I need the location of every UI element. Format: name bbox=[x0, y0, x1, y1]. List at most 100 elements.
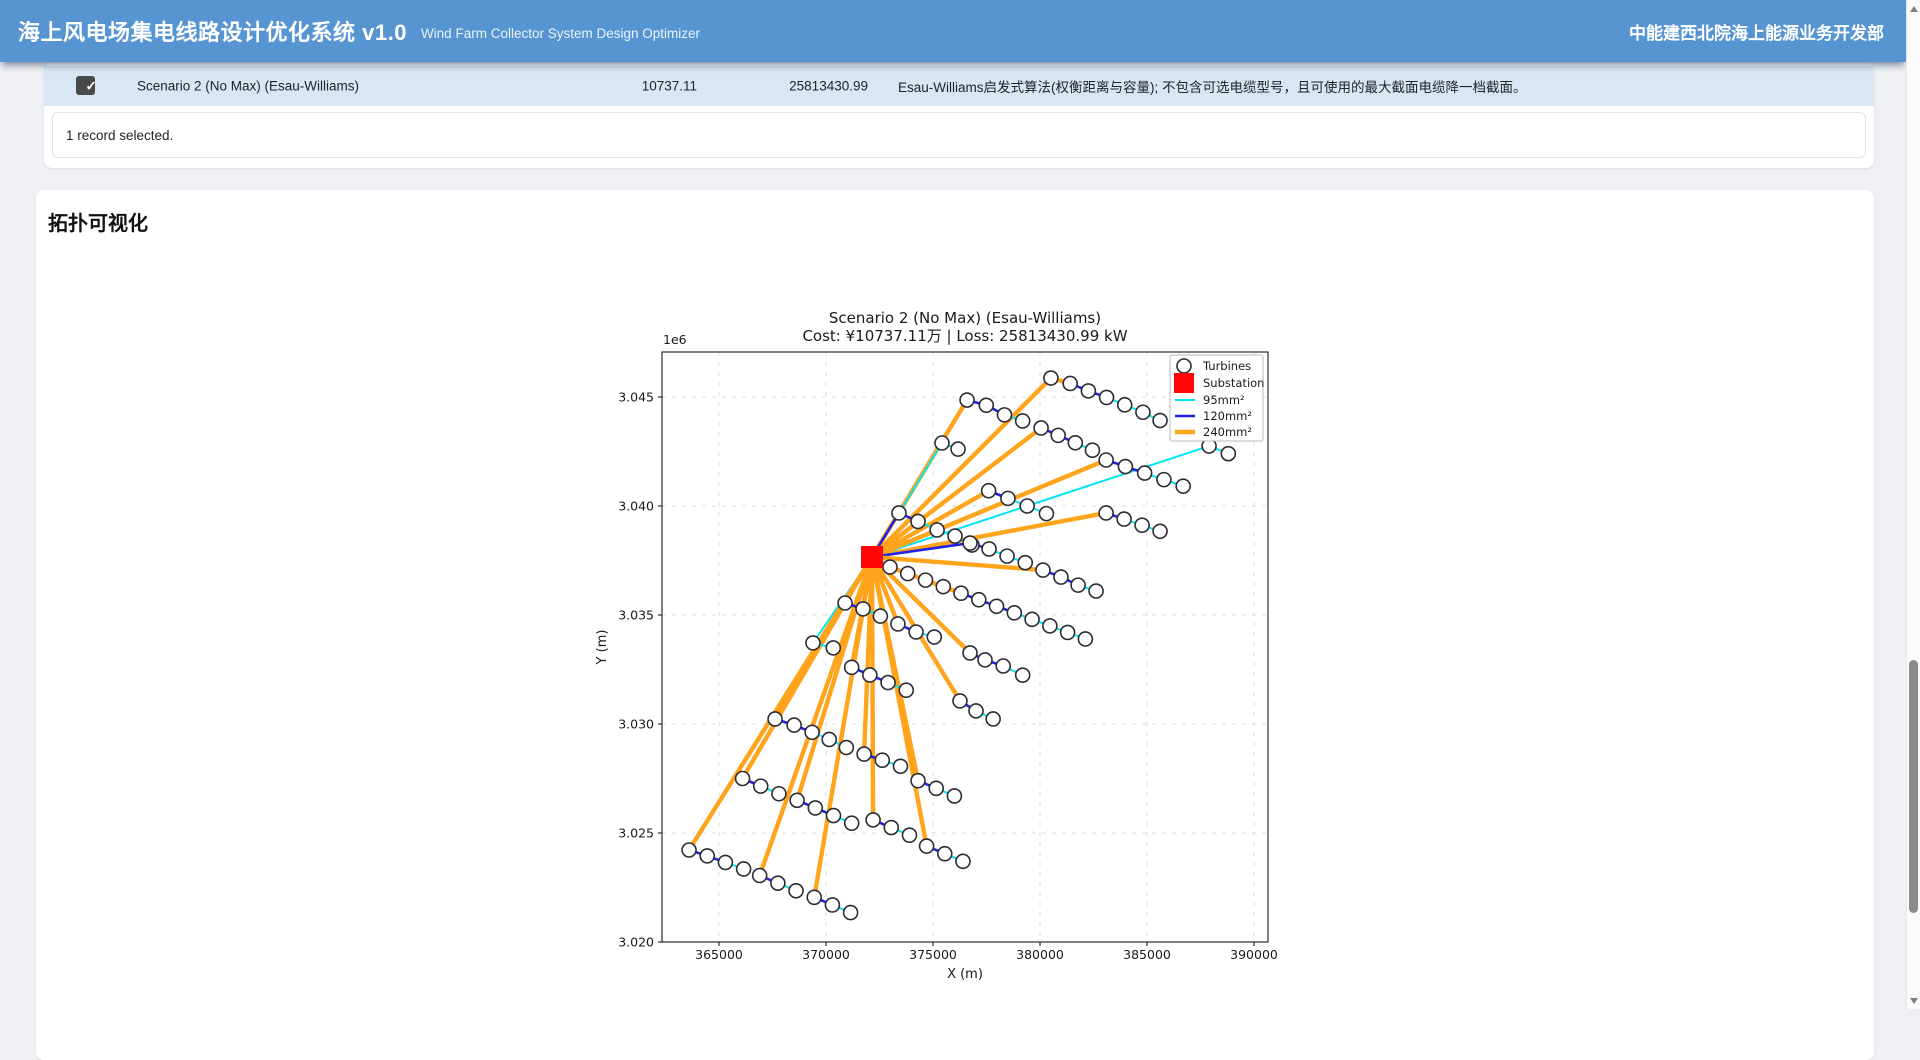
turbine-marker bbox=[1118, 460, 1132, 474]
turbine-marker bbox=[902, 828, 916, 842]
chart-text: 95mm² bbox=[1203, 393, 1245, 407]
turbine-marker bbox=[1117, 512, 1131, 526]
turbine-marker bbox=[892, 506, 906, 520]
checkmark-icon: ✓ bbox=[86, 76, 97, 95]
turbine-marker bbox=[960, 393, 974, 407]
turbine-marker bbox=[1007, 606, 1021, 620]
turbine-marker bbox=[737, 862, 751, 876]
chart-text: 1e6 bbox=[663, 332, 687, 347]
turbine-marker bbox=[982, 542, 996, 556]
turbine-marker bbox=[1054, 570, 1068, 584]
loss-cell: 25813430.99 bbox=[664, 79, 868, 94]
turbine-marker bbox=[873, 609, 887, 623]
turbine-marker bbox=[978, 653, 992, 667]
table-row[interactable]: ✓ Scenario 2 (No Max) (Esau-Williams) 10… bbox=[44, 66, 1874, 106]
turbine-marker bbox=[1221, 447, 1235, 461]
turbine-marker bbox=[1118, 398, 1132, 412]
chart-text: 3.040 bbox=[618, 498, 654, 513]
turbine-marker bbox=[927, 630, 941, 644]
turbine-marker bbox=[1044, 371, 1058, 385]
turbine-marker bbox=[1043, 619, 1057, 633]
turbine-marker bbox=[911, 774, 925, 788]
results-card: ✓ Scenario 2 (No Max) (Esau-Williams) 10… bbox=[44, 63, 1874, 168]
turbine-marker bbox=[909, 625, 923, 639]
turbine-marker bbox=[736, 771, 750, 785]
turbine-marker bbox=[881, 676, 895, 690]
scrollbar-down-icon[interactable] bbox=[1910, 998, 1918, 1004]
turbine-marker bbox=[953, 694, 967, 708]
chart-text: 370000 bbox=[802, 947, 850, 962]
chart-text: X (m) bbox=[947, 967, 983, 982]
turbine-marker bbox=[929, 781, 943, 795]
turbine-marker bbox=[1071, 578, 1085, 592]
turbine-marker bbox=[682, 843, 696, 857]
turbine-marker bbox=[891, 617, 905, 631]
row-checkbox[interactable]: ✓ bbox=[76, 76, 95, 95]
topology-card: 拓扑可视化 3650003700003750003800003850003900… bbox=[36, 190, 1874, 1060]
turbine-marker bbox=[884, 821, 898, 835]
turbine-marker bbox=[768, 712, 782, 726]
turbine-marker bbox=[826, 809, 840, 823]
turbine-marker bbox=[996, 659, 1010, 673]
turbine-marker bbox=[954, 586, 968, 600]
turbine-marker bbox=[822, 732, 836, 746]
turbine-marker bbox=[1136, 405, 1150, 419]
page-scrollbar[interactable] bbox=[1906, 0, 1920, 1009]
turbine-marker bbox=[856, 602, 870, 616]
chart-text: 3.045 bbox=[618, 389, 654, 404]
chart-text: Substation bbox=[1203, 376, 1264, 390]
turbine-marker bbox=[947, 789, 961, 803]
chart-text: Cost: ¥10737.11万 | Loss: 25813430.99 kW bbox=[802, 327, 1127, 345]
turbine-marker bbox=[825, 898, 839, 912]
turbine-marker bbox=[1016, 414, 1030, 428]
turbine-marker bbox=[935, 436, 949, 450]
turbine-marker bbox=[899, 683, 913, 697]
chart-text: 365000 bbox=[695, 947, 743, 962]
turbine-marker bbox=[972, 593, 986, 607]
turbine-marker bbox=[1085, 443, 1099, 457]
app-header: 海上风电场集电线路设计优化系统 v1.0 Wind Farm Collector… bbox=[0, 0, 1906, 62]
turbine-marker bbox=[1078, 632, 1092, 646]
substation-marker bbox=[861, 546, 883, 568]
cable-trunk bbox=[872, 446, 1209, 557]
turbine-marker bbox=[718, 855, 732, 869]
scrollbar-thumb[interactable] bbox=[1909, 660, 1918, 913]
chart-text: 3.035 bbox=[618, 607, 654, 622]
turbine-marker bbox=[997, 408, 1011, 422]
turbine-marker bbox=[1001, 491, 1015, 505]
turbine-marker bbox=[772, 787, 786, 801]
scenario-name-cell: Scenario 2 (No Max) (Esau-Williams) bbox=[137, 79, 359, 94]
turbine-marker bbox=[963, 536, 977, 550]
turbine-marker bbox=[969, 704, 983, 718]
selection-status-text: 1 record selected. bbox=[66, 128, 173, 143]
turbine-marker bbox=[1089, 584, 1103, 598]
turbine-marker bbox=[990, 599, 1004, 613]
turbine-marker bbox=[948, 529, 962, 543]
scrollbar-up-icon[interactable] bbox=[1910, 6, 1918, 12]
turbine-marker bbox=[1000, 549, 1014, 563]
turbine-marker bbox=[826, 641, 840, 655]
turbine-marker bbox=[911, 514, 925, 528]
turbine-marker bbox=[844, 906, 858, 920]
cable-trunk bbox=[872, 557, 873, 820]
note-cell: Esau-Williams启发式算法(权衡距离与容量); 不包含可选电缆型号，且… bbox=[898, 76, 1527, 96]
turbine-marker bbox=[771, 876, 785, 890]
turbine-marker bbox=[1034, 421, 1048, 435]
turbine-marker bbox=[1016, 668, 1030, 682]
chart-text: 3.025 bbox=[618, 825, 654, 840]
turbine-marker bbox=[951, 442, 965, 456]
turbine-marker bbox=[919, 573, 933, 587]
turbine-marker bbox=[883, 560, 897, 574]
turbine-marker bbox=[839, 741, 853, 755]
turbine-marker bbox=[1157, 473, 1171, 487]
chart-text: 3.020 bbox=[618, 935, 654, 950]
turbine-marker bbox=[920, 839, 934, 853]
turbine-marker bbox=[845, 660, 859, 674]
turbine-marker bbox=[936, 580, 950, 594]
chart-text: 120mm² bbox=[1203, 409, 1252, 423]
turbine-marker bbox=[838, 596, 852, 610]
turbine-marker bbox=[1039, 507, 1053, 521]
turbine-marker bbox=[1100, 390, 1114, 404]
turbine-marker bbox=[806, 636, 820, 650]
chart-text: 240mm² bbox=[1203, 425, 1252, 439]
